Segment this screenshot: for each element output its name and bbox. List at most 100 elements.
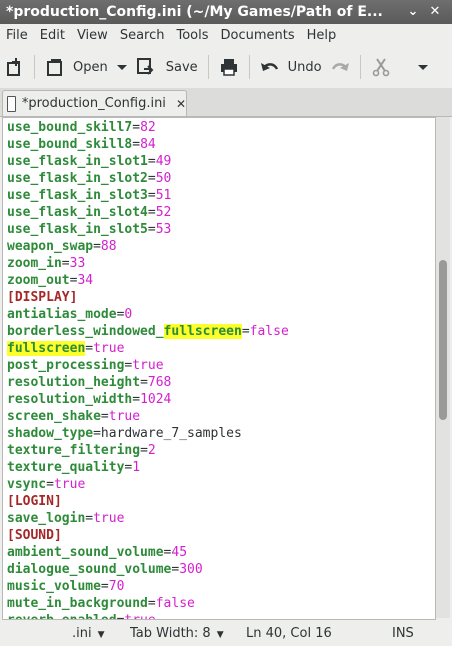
close-window-button[interactable]: ✕ bbox=[426, 3, 444, 21]
tab-production-config[interactable]: *production_Config.ini ✕ bbox=[2, 90, 187, 116]
config-value: 51 bbox=[155, 188, 172, 203]
equals-sign: = bbox=[93, 426, 101, 441]
undo-button[interactable]: Undo bbox=[256, 52, 326, 82]
scissors-icon bbox=[371, 57, 391, 77]
config-key: dialogue_sound_volume bbox=[7, 562, 172, 577]
toolbar-separator bbox=[248, 55, 250, 79]
redo-button[interactable] bbox=[326, 52, 354, 82]
config-value: 49 bbox=[155, 154, 172, 169]
config-key: use_flask_in_slot1 bbox=[7, 154, 148, 169]
config-value: 1 bbox=[132, 460, 141, 475]
config-value: hardware_7_samples bbox=[100, 426, 242, 441]
config-line: screen_shake=true bbox=[7, 408, 289, 425]
config-key: zoom_in bbox=[7, 256, 62, 271]
equals-sign: = bbox=[147, 205, 156, 220]
equals-sign: = bbox=[85, 511, 94, 526]
cut-button[interactable] bbox=[367, 52, 395, 82]
open-button[interactable]: Open bbox=[41, 52, 112, 82]
menu-search[interactable]: Search bbox=[114, 28, 171, 43]
config-key: use_flask_in_slot2 bbox=[7, 171, 148, 186]
menu-help[interactable]: Help bbox=[301, 28, 343, 43]
config-line: use_flask_in_slot3=51 bbox=[7, 187, 289, 204]
config-line: weapon_swap=88 bbox=[7, 238, 289, 255]
search-highlight: fullscreen bbox=[163, 324, 242, 339]
config-line: zoom_out=34 bbox=[7, 272, 289, 289]
config-line: shadow_type=hardware_7_samples bbox=[7, 425, 289, 442]
config-key: resolution_height bbox=[7, 375, 141, 390]
text-editor[interactable]: use_bound_skill7=82 use_bound_skill8=84 us… bbox=[2, 117, 436, 620]
config-line: ambient_sound_volume=45 bbox=[7, 544, 289, 561]
config-key: screen_shake bbox=[7, 409, 101, 424]
equals-sign: = bbox=[93, 239, 101, 254]
config-line: save_login=true bbox=[7, 510, 289, 527]
config-value: 2 bbox=[147, 443, 156, 458]
menu-documents[interactable]: Documents bbox=[215, 28, 301, 43]
config-key: music_volume bbox=[7, 579, 101, 594]
open-recent-dropdown[interactable] bbox=[112, 52, 132, 82]
config-value: true bbox=[124, 613, 155, 619]
document-icon bbox=[7, 95, 16, 112]
config-key: post_processing bbox=[7, 358, 125, 373]
new-document-button[interactable] bbox=[0, 52, 28, 82]
minimize-button[interactable]: ⌄ bbox=[404, 3, 422, 21]
config-value: 34 bbox=[77, 273, 94, 288]
section-header: [SOUND] bbox=[7, 528, 62, 543]
config-value: 82 bbox=[140, 120, 156, 135]
menu-file[interactable]: File bbox=[0, 28, 34, 43]
equals-sign: = bbox=[140, 375, 148, 390]
equals-sign: = bbox=[132, 120, 141, 135]
tab-width-label: Tab Width: 8 bbox=[130, 625, 211, 641]
equals-sign: = bbox=[147, 154, 156, 169]
scrollbar-thumb[interactable] bbox=[439, 260, 447, 420]
config-line: fullscreen=true bbox=[7, 340, 289, 357]
printer-icon bbox=[219, 57, 239, 77]
equals-sign: = bbox=[100, 409, 109, 424]
save-button[interactable]: Save bbox=[132, 52, 202, 82]
save-icon bbox=[136, 57, 158, 77]
section-header: [LOGIN] bbox=[7, 494, 62, 509]
toolbar-separator bbox=[34, 55, 35, 79]
config-key: resolution_width bbox=[7, 392, 133, 407]
config-value: 45 bbox=[171, 545, 188, 560]
menu-view[interactable]: View bbox=[71, 28, 114, 43]
config-value: true bbox=[132, 358, 164, 373]
equals-sign: = bbox=[241, 324, 250, 339]
cursor-position: Ln 40, Col 16 bbox=[246, 625, 332, 641]
editor-window: *production_Config.ini (~/My Games/Path … bbox=[0, 0, 452, 646]
config-key: ambient_sound_volume bbox=[7, 545, 164, 560]
equals-sign: = bbox=[61, 256, 70, 271]
status-bar: .ini ▼ Tab Width: 8 ▼ Ln 40, Col 16 INS bbox=[0, 620, 452, 646]
menu-edit[interactable]: Edit bbox=[34, 28, 71, 43]
config-line: resolution_width=1024 bbox=[7, 391, 289, 408]
print-button[interactable] bbox=[215, 52, 243, 82]
equals-sign: = bbox=[100, 579, 109, 594]
chevron-down-icon bbox=[417, 62, 429, 72]
config-key: antialias_mode bbox=[7, 307, 117, 322]
menu-tools[interactable]: Tools bbox=[170, 28, 214, 43]
vertical-scrollbar[interactable] bbox=[436, 117, 450, 618]
language-selector[interactable]: .ini ▼ bbox=[72, 626, 105, 641]
open-label: Open bbox=[73, 59, 108, 75]
toolbar: Open Save Undo bbox=[0, 48, 452, 86]
config-line: resolution_height=768 bbox=[7, 374, 289, 391]
config-value: 33 bbox=[69, 256, 86, 271]
config-line: vsync=true bbox=[7, 476, 289, 493]
config-value: 84 bbox=[140, 137, 156, 152]
section-header-line: [SOUND] bbox=[7, 527, 289, 544]
tab-width-selector[interactable]: Tab Width: 8 ▼ bbox=[130, 626, 224, 641]
config-key: use_flask_in_slot5 bbox=[7, 222, 148, 237]
config-value: false bbox=[249, 324, 289, 339]
undo-icon bbox=[260, 59, 280, 75]
menu-bar: File Edit View Search Tools Documents He… bbox=[0, 24, 452, 46]
config-value: 1024 bbox=[140, 392, 172, 407]
close-tab-icon[interactable]: ✕ bbox=[176, 97, 186, 111]
config-value: 53 bbox=[155, 222, 172, 237]
title-bar[interactable]: *production_Config.ini (~/My Games/Path … bbox=[0, 0, 452, 24]
config-line: borderless_windowed_fullscreen=false bbox=[7, 323, 289, 340]
toolbar-overflow-dropdown[interactable] bbox=[413, 52, 433, 82]
config-line: music_volume=70 bbox=[7, 578, 289, 595]
section-header-line: [DISPLAY] bbox=[7, 289, 289, 306]
config-key: texture_quality bbox=[7, 460, 125, 475]
config-value: true bbox=[53, 477, 86, 492]
config-value: 768 bbox=[147, 375, 172, 390]
